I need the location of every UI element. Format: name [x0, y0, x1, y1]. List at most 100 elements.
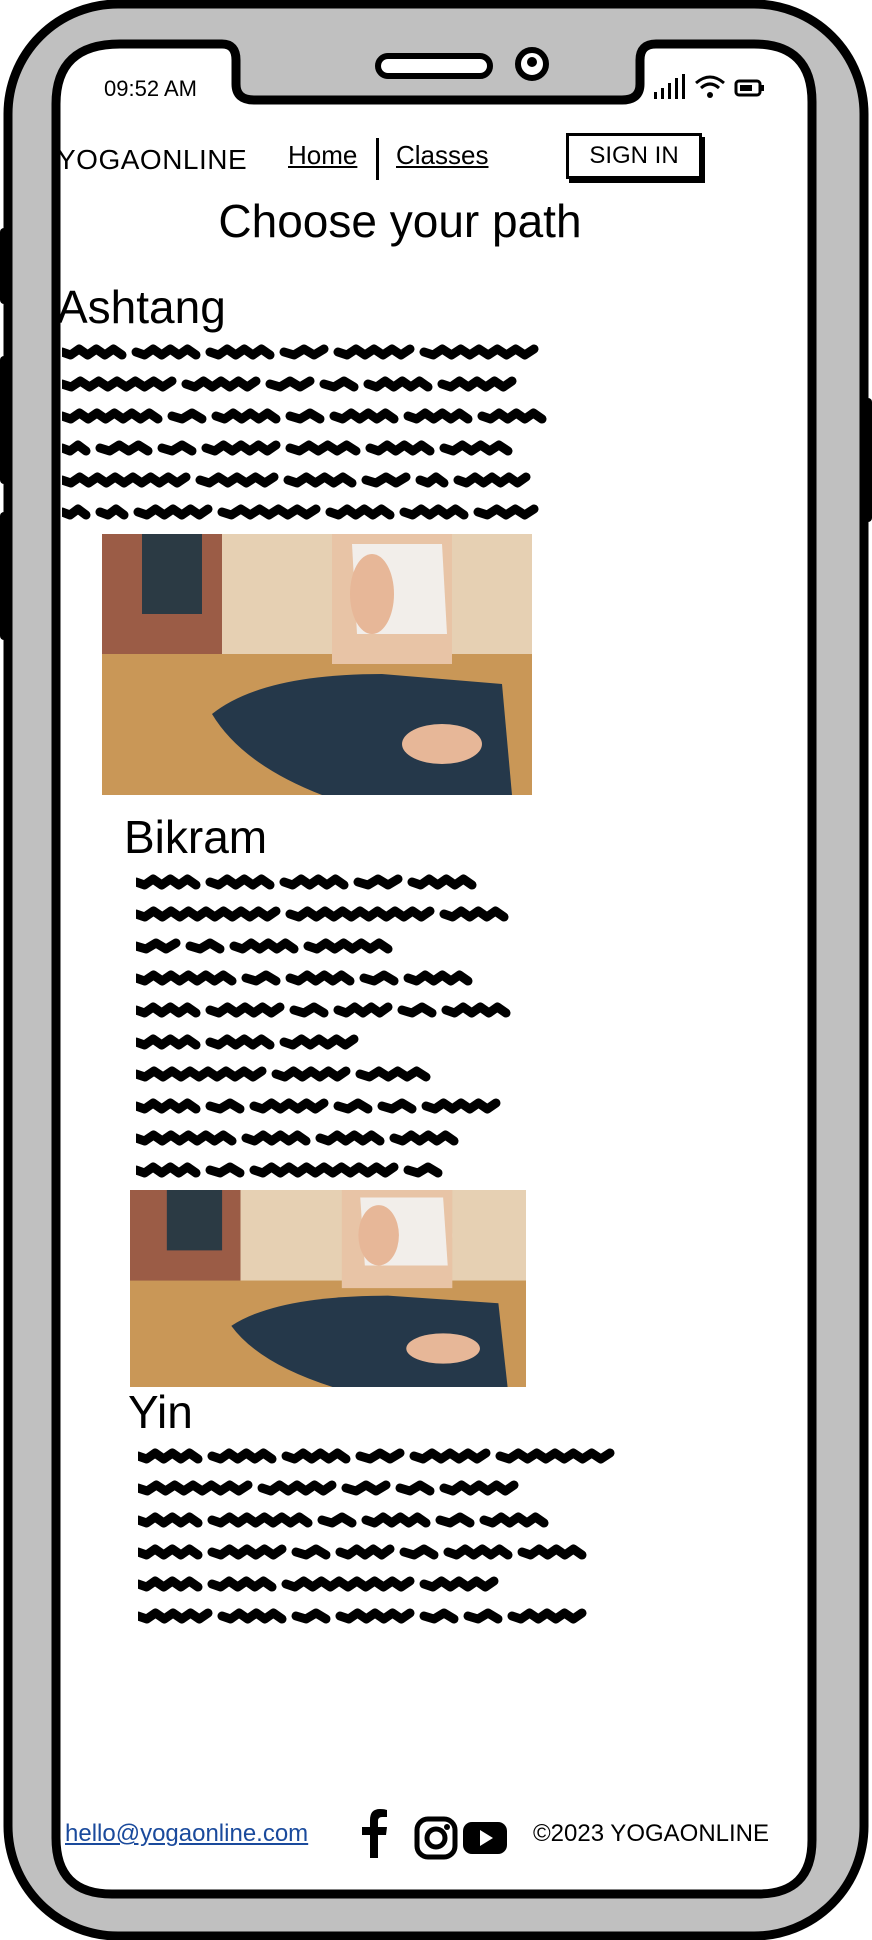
scribble-word: [333, 344, 415, 360]
scribble-word: [62, 440, 91, 456]
scribble-word: [211, 408, 281, 424]
scribble-word: [495, 1448, 615, 1464]
scribble-word: [138, 1448, 203, 1464]
scribble-word: [181, 376, 261, 392]
scribble-word: [62, 344, 127, 360]
scribble-word: [403, 408, 473, 424]
scribble-word: [167, 408, 207, 424]
footer-copyright: ©2023 YOGAONLINE: [533, 1820, 770, 1847]
scribble-word: [285, 970, 355, 986]
scribble-word: [517, 1544, 587, 1560]
scribble-word: [95, 440, 153, 456]
scribble-word: [403, 1162, 443, 1178]
scribble-word: [257, 1480, 337, 1496]
scribble-word: [138, 1480, 253, 1496]
scribble-word: [355, 1448, 405, 1464]
scribble-word: [205, 1034, 275, 1050]
scribble-word: [249, 1162, 399, 1178]
scribble-word: [205, 344, 275, 360]
placeholder-text-scribble: [138, 1448, 615, 1624]
scribble-word: [217, 1608, 287, 1624]
scribble-word: [361, 1512, 431, 1528]
section-heading-ashtang: Ashtang: [57, 281, 226, 333]
scribble-word: [185, 938, 225, 954]
youtube-icon[interactable]: [462, 1820, 508, 1856]
scribble-word: [62, 408, 163, 424]
section-heading-bikram: Bikram: [124, 811, 268, 863]
scribble-word: [279, 874, 349, 890]
scribble-word: [229, 938, 299, 954]
scribble-word: [439, 440, 513, 456]
scribble-word: [463, 1608, 503, 1624]
scribble-word: [377, 1098, 417, 1114]
scribble-word: [441, 1002, 511, 1018]
scribble-word: [138, 1544, 203, 1560]
scribble-word: [479, 1512, 549, 1528]
scribble-word: [291, 1544, 331, 1560]
scribble-word: [365, 440, 435, 456]
placeholder-text-scribble: [62, 344, 547, 520]
scribble-word: [138, 1608, 213, 1624]
scribble-word: [335, 1544, 395, 1560]
scribble-word: [201, 440, 281, 456]
facebook-icon[interactable]: [360, 1808, 388, 1858]
nav-home-link[interactable]: Home: [288, 140, 357, 171]
scribble-word: [131, 344, 201, 360]
scribble-word: [333, 1002, 393, 1018]
scribble-word: [303, 938, 393, 954]
scribble-word: [435, 1512, 475, 1528]
scribble-word: [361, 472, 411, 488]
section-heading-yin: Yin: [128, 1386, 193, 1438]
scribble-word: [359, 970, 399, 986]
scribble-word: [207, 1576, 277, 1592]
scribble-word: [329, 408, 399, 424]
scribble-word: [271, 1066, 351, 1082]
scribble-word: [281, 1448, 351, 1464]
scribble-word: [389, 1130, 459, 1146]
placeholder-text-scribble: [136, 874, 511, 1178]
scribble-word: [285, 906, 435, 922]
scribble-word: [285, 408, 325, 424]
scribble-word: [283, 472, 357, 488]
signal-icon: [654, 74, 685, 99]
scribble-word: [419, 344, 539, 360]
scribble-word: [136, 1098, 201, 1114]
sign-in-button[interactable]: SIGN IN: [566, 133, 702, 179]
scribble-word: [397, 1002, 437, 1018]
instagram-icon[interactable]: [414, 1816, 458, 1860]
status-time: 09:52 AM: [104, 76, 197, 101]
scribble-word: [443, 1544, 513, 1560]
scribble-word: [207, 1512, 313, 1528]
scribble-word: [355, 1066, 431, 1082]
scribble-word: [409, 1448, 491, 1464]
scribble-word: [138, 1512, 203, 1528]
wifi-icon: [695, 75, 725, 98]
scribble-word: [241, 970, 281, 986]
scribble-word: [439, 1480, 519, 1496]
scribble-word: [333, 1098, 373, 1114]
scribble-word: [281, 1576, 415, 1592]
scribble-word: [437, 376, 517, 392]
scribble-word: [205, 1162, 245, 1178]
nav-classes-link[interactable]: Classes: [396, 140, 488, 171]
scribble-word: [136, 938, 181, 954]
battery-icon: [734, 79, 764, 97]
scribble-word: [325, 504, 395, 520]
scribble-word: [477, 408, 547, 424]
footer-email-link[interactable]: hello@yogaonline.com: [65, 1820, 308, 1848]
scribble-word: [217, 504, 321, 520]
scribble-word: [95, 504, 129, 520]
scribble-word: [403, 970, 473, 986]
scribble-word: [399, 1544, 439, 1560]
nav-divider: [376, 138, 379, 180]
scribble-word: [249, 1098, 329, 1114]
brand-logo[interactable]: YOGAONLINE: [57, 144, 247, 176]
scribble-word: [341, 1480, 391, 1496]
scribble-word: [138, 1576, 203, 1592]
sign-in-label: SIGN IN: [589, 142, 679, 169]
scribble-word: [136, 1130, 237, 1146]
scribble-word: [439, 906, 509, 922]
scribble-word: [157, 440, 197, 456]
scribble-word: [363, 376, 433, 392]
scribble-word: [335, 1608, 415, 1624]
